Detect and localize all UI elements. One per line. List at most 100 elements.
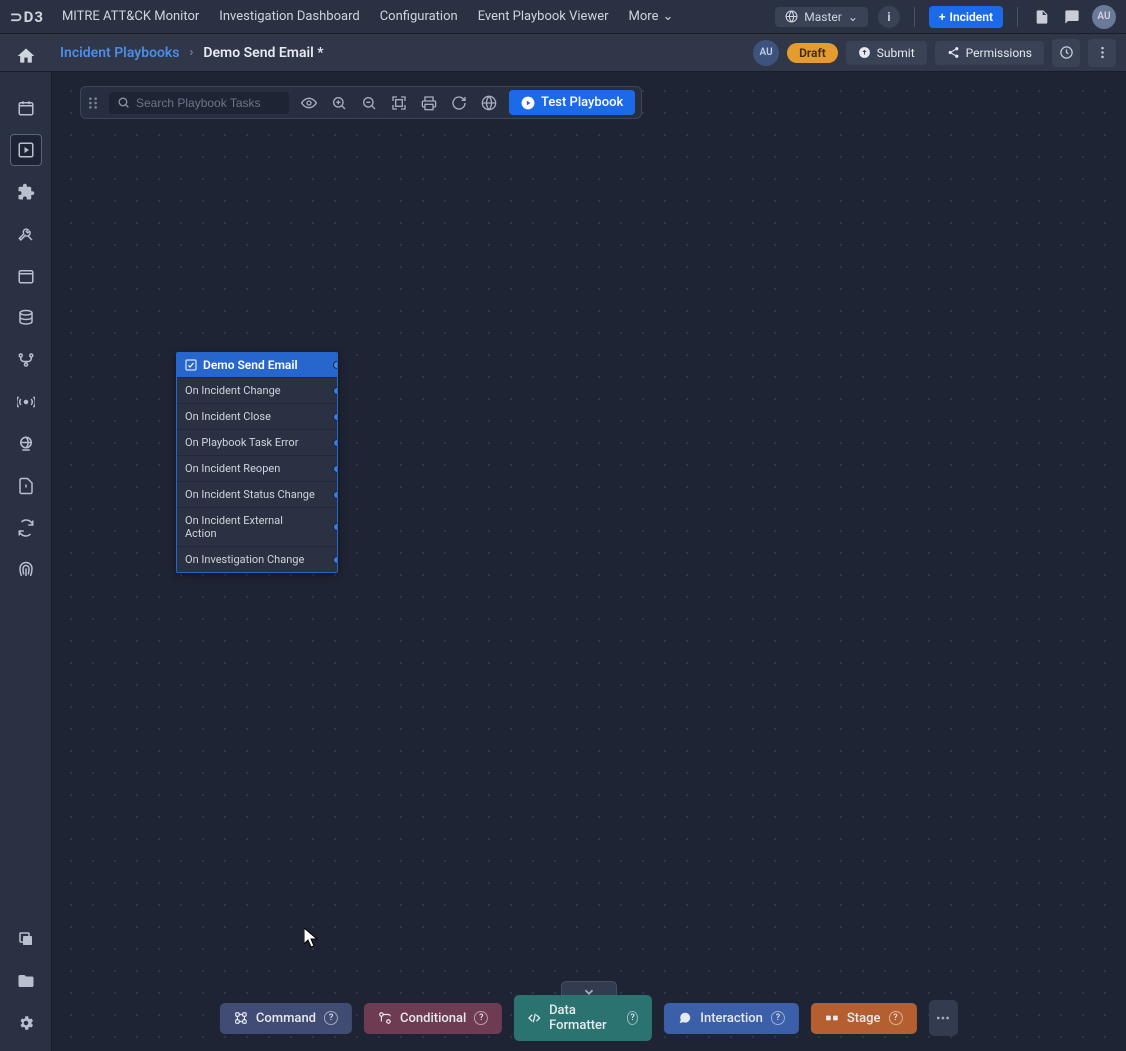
palette-label: Data Formatter: [549, 1003, 619, 1033]
home-icon[interactable]: [12, 42, 40, 70]
user-avatar[interactable]: AU: [1092, 5, 1116, 29]
nav-investigation[interactable]: Investigation Dashboard: [219, 9, 359, 24]
sidebar-schedule-icon[interactable]: [10, 260, 42, 292]
history-button[interactable]: [1052, 39, 1080, 67]
output-port[interactable]: [333, 556, 338, 564]
conditional-icon: [378, 1011, 392, 1025]
node-row[interactable]: On Incident Status Change: [177, 481, 337, 507]
output-port[interactable]: [333, 439, 338, 447]
node-header[interactable]: Demo Send Email: [177, 353, 337, 377]
help-icon[interactable]: ?: [474, 1011, 488, 1025]
test-label: Test Playbook: [541, 95, 623, 110]
output-port[interactable]: [333, 361, 338, 369]
nav-more-label: More: [629, 9, 659, 24]
nav-mitre[interactable]: MITRE ATT&CK Monitor: [62, 9, 199, 24]
print-icon[interactable]: [419, 95, 439, 111]
new-incident-button[interactable]: + Incident: [929, 6, 1003, 28]
sidebar-database-icon[interactable]: [10, 302, 42, 334]
help-icon[interactable]: ?: [627, 1011, 639, 1025]
search-input[interactable]: [136, 96, 276, 110]
nav-event-playbook[interactable]: Event Playbook Viewer: [478, 9, 609, 24]
node-body: On Incident Change On Incident Close On …: [177, 377, 337, 572]
document-icon[interactable]: [1032, 7, 1052, 27]
help-icon[interactable]: ?: [324, 1011, 338, 1025]
help-icon[interactable]: ?: [888, 1011, 902, 1025]
breadcrumb-sep: ›: [190, 45, 194, 60]
palette-stage[interactable]: Stage ?: [811, 1003, 917, 1034]
node-row[interactable]: On Investigation Change: [177, 546, 337, 572]
nav-configuration[interactable]: Configuration: [380, 9, 458, 24]
node-row[interactable]: On Incident Reopen: [177, 455, 337, 481]
help-icon[interactable]: ?: [771, 1011, 785, 1025]
output-port[interactable]: [333, 387, 338, 395]
chat-icon[interactable]: [1062, 7, 1082, 27]
output-port[interactable]: [333, 523, 338, 531]
permissions-button[interactable]: Permissions: [935, 41, 1044, 65]
sidebar-playbook-icon[interactable]: [10, 134, 42, 166]
top-header: ⊃D3 MITRE ATT&CK Monitor Investigation D…: [0, 0, 1126, 34]
breadcrumb-row: Incident Playbooks › Demo Send Email * A…: [0, 34, 1126, 72]
sidebar-fingerprint-icon[interactable]: [10, 554, 42, 586]
sidebar-calendar-icon[interactable]: [10, 92, 42, 124]
palette-label: Interaction: [700, 1011, 763, 1026]
zoom-in-icon[interactable]: [329, 95, 349, 111]
zoom-out-icon[interactable]: [359, 95, 379, 111]
node-row-label: On Incident Reopen: [185, 462, 280, 475]
playbook-root-node[interactable]: Demo Send Email On Incident Change On In…: [176, 352, 338, 573]
palette-label: Stage: [847, 1011, 881, 1026]
palette-label: Command: [256, 1011, 316, 1026]
sidebar-tools-icon[interactable]: [10, 218, 42, 250]
fit-icon[interactable]: [389, 95, 409, 111]
nav-more[interactable]: More ⌄: [629, 9, 674, 24]
sidebar-settings-icon[interactable]: [10, 1007, 42, 1039]
palette-interaction[interactable]: Interaction ?: [664, 1003, 799, 1034]
output-port[interactable]: [333, 413, 338, 421]
globe-icon[interactable]: [479, 95, 499, 111]
palette-data-formatter[interactable]: Data Formatter ?: [514, 995, 652, 1041]
upload-icon: [858, 46, 871, 59]
sidebar-puzzle-icon[interactable]: [10, 176, 42, 208]
search-wrap: [109, 92, 289, 114]
node-row[interactable]: On Incident External Action: [177, 507, 337, 546]
sidebar-copy-icon[interactable]: [10, 923, 42, 955]
stage-icon: [825, 1011, 839, 1025]
breadcrumb-parent[interactable]: Incident Playbooks: [60, 45, 180, 61]
cursor-icon: [304, 928, 320, 948]
sidebar-sync-icon[interactable]: [10, 512, 42, 544]
playbook-canvas[interactable]: Test Playbook Demo Send Email On Inciden…: [52, 72, 1126, 1051]
palette-conditional[interactable]: Conditional ?: [364, 1003, 502, 1034]
refresh-icon[interactable]: [449, 95, 469, 111]
logo: ⊃D3: [10, 8, 44, 26]
node-row[interactable]: On Incident Change: [177, 377, 337, 403]
sidebar-broadcast-icon[interactable]: [10, 386, 42, 418]
palette-command[interactable]: Command ?: [220, 1003, 352, 1034]
visibility-icon[interactable]: [299, 95, 319, 111]
breadcrumb-right: AU Draft Submit Permissions: [753, 39, 1116, 67]
main-wrap: Test Playbook Demo Send Email On Inciden…: [0, 72, 1126, 1051]
grip-icon[interactable]: [87, 96, 99, 110]
node-row[interactable]: On Playbook Task Error: [177, 429, 337, 455]
interaction-icon: [678, 1011, 692, 1025]
sidebar-branch-icon[interactable]: [10, 344, 42, 376]
more-options-button[interactable]: [1088, 39, 1116, 67]
user-badge[interactable]: AU: [753, 40, 779, 66]
info-button[interactable]: i: [878, 6, 900, 28]
master-dropdown[interactable]: Master ⌄: [775, 7, 868, 27]
palette-more[interactable]: [928, 1000, 958, 1036]
globe-icon: [785, 10, 798, 23]
search-icon: [117, 96, 130, 109]
node-row-label: On Playbook Task Error: [185, 436, 298, 449]
node-row-label: On Incident Status Change: [185, 488, 315, 501]
test-playbook-button[interactable]: Test Playbook: [509, 90, 635, 115]
node-title: Demo Send Email: [203, 358, 298, 372]
draft-badge: Draft: [787, 43, 838, 63]
node-row[interactable]: On Incident Close: [177, 403, 337, 429]
top-right: Master ⌄ i + Incident AU: [775, 5, 1116, 29]
submit-button[interactable]: Submit: [846, 41, 927, 65]
sidebar-report-icon[interactable]: [10, 470, 42, 502]
output-port[interactable]: [333, 465, 338, 473]
output-port[interactable]: [333, 491, 338, 499]
sidebar-globe-icon[interactable]: [10, 428, 42, 460]
canvas-toolbar: Test Playbook: [80, 86, 642, 119]
sidebar-folder-icon[interactable]: [10, 965, 42, 997]
